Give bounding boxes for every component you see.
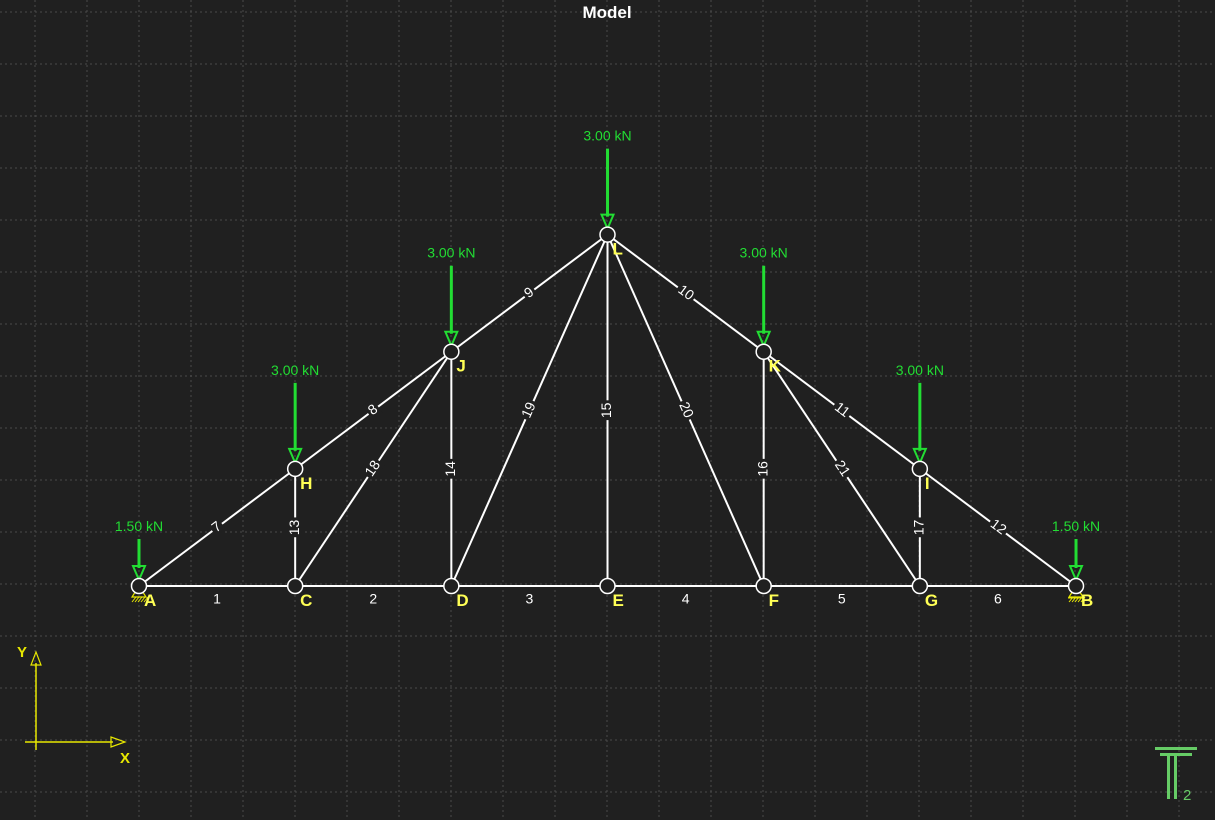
member-label: 14 <box>442 461 458 477</box>
node-label-B: B <box>1081 591 1093 610</box>
load-label: 1.50 kN <box>1052 518 1100 534</box>
logo-subscript: 2 <box>1183 787 1191 804</box>
x-axis-label: X <box>120 750 130 767</box>
member-label: 5 <box>838 591 846 607</box>
member-label: 15 <box>598 402 614 418</box>
member-label: 6 <box>994 591 1002 607</box>
load-label: 3.00 kN <box>896 362 944 378</box>
logo-top-bar <box>1155 747 1197 750</box>
node-label-L: L <box>613 240 623 259</box>
model-canvas[interactable]: Model 1 2 3 4 5 6 7 8 9 10 11 12 13 14 15 16 17 18 19 20 21 … <box>0 0 1215 820</box>
member-label: 2 <box>369 591 377 607</box>
y-axis-label: Y <box>17 644 27 661</box>
member-labels-layer: 1 2 3 4 5 6789 10111213141516171819 2021 <box>206 279 1013 608</box>
logo-stem-right <box>1174 756 1177 799</box>
load-label: 3.00 kN <box>271 362 319 378</box>
logo-stem-left <box>1167 756 1170 799</box>
member-label: 3 <box>526 591 534 607</box>
node-label-I: I <box>925 474 930 493</box>
member-label: 16 <box>754 461 770 477</box>
load-label: 1.50 kN <box>115 518 163 534</box>
node-label-K: K <box>769 357 782 376</box>
view-title: Model <box>582 3 631 22</box>
node-label-F: F <box>769 591 779 610</box>
node-label-H: H <box>300 474 312 493</box>
node-label-A: A <box>144 591 156 610</box>
node-label-C: C <box>300 591 312 610</box>
node-label-D: D <box>456 591 468 610</box>
member-label: 4 <box>682 591 690 607</box>
load-label: 3.00 kN <box>427 245 475 261</box>
load-arrow-J[interactable]: 3.00 kN <box>427 245 475 349</box>
load-arrow-L[interactable]: 3.00 kN <box>583 128 632 232</box>
member-label: 17 <box>911 519 927 535</box>
load-arrow-K[interactable]: 3.00 kN <box>740 245 788 349</box>
coordinate-axes: Y X <box>17 644 130 767</box>
node-label-G: G <box>925 591 938 610</box>
load-arrow-B[interactable]: 1.50 kN <box>1052 518 1100 583</box>
logo-second-bar <box>1160 753 1192 756</box>
load-label: 3.00 kN <box>740 245 788 261</box>
load-arrow-I[interactable]: 3.00 kN <box>896 362 944 466</box>
member-label: 1 <box>213 591 221 607</box>
node-label-E: E <box>613 591 624 610</box>
x-axis-arrowhead <box>110 736 127 748</box>
truss-model-view[interactable]: Model 1 2 3 4 5 6789 10111213141516171819 2021 … <box>0 0 1215 820</box>
load-arrow-H[interactable]: 3.00 kN <box>271 362 319 466</box>
node-labels-layer: A C D E F G B H J L K I <box>144 240 1093 610</box>
app-logo-icon: 2 <box>1155 747 1197 804</box>
node-label-J: J <box>456 357 465 376</box>
member-label: 13 <box>286 519 302 535</box>
load-label: 3.00 kN <box>583 128 631 144</box>
